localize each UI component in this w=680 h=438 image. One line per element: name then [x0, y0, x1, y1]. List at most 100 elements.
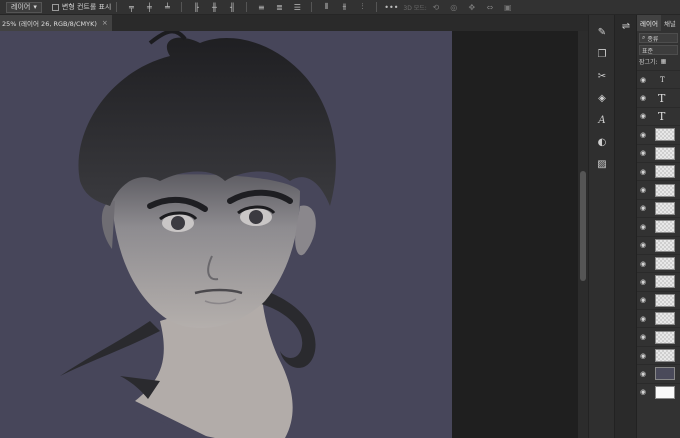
panel-icon-strip-secondary: ⇌ [614, 15, 636, 438]
photoshop-window: 레이어 ▾ 변형 컨트롤 표시 ╤ ╪ ╧ ╟ ╫ ╢ ≡ ≣ ☰ ⫴ ⫵ ⫶ … [0, 0, 680, 438]
layer-list: ◉ T ◉ T ◉ T ◉ ◉ ◉ ◉ ◉ ◉ ◉ ◉ ◉ ◉ ◉ ◉ ◉ ◉ ◉ [637, 70, 680, 401]
align-vcenter-icon[interactable]: ╪ [143, 2, 155, 13]
3d-slide-icon[interactable]: ⇔ [484, 2, 496, 13]
lock-transparent-icon[interactable]: ▦ [661, 58, 667, 65]
layer-filter-dropdown[interactable]: ⌕ 종류 [639, 33, 678, 43]
brush-presets-icon[interactable]: ❐ [589, 43, 615, 65]
visibility-eye-icon[interactable]: ◉ [640, 315, 650, 323]
distribute-right-icon[interactable]: ⫶ [356, 2, 368, 13]
distribute-bottom-icon[interactable]: ☰ [291, 2, 303, 13]
layer-row[interactable]: ◉ T [637, 88, 680, 106]
layer-row[interactable]: ◉ T [637, 70, 680, 88]
layer-row[interactable]: ◉ [637, 382, 680, 401]
clone-source-icon[interactable]: ✂ [589, 65, 615, 87]
adjustments-icon[interactable]: ◐ [589, 131, 615, 153]
divider [246, 2, 248, 12]
layer-row[interactable]: ◉ [637, 345, 680, 364]
blend-mode-value: 표준 [642, 47, 654, 55]
visibility-eye-icon[interactable]: ◉ [640, 131, 650, 139]
align-top-icon[interactable]: ╤ [125, 2, 137, 13]
layer-row[interactable]: ◉ [637, 161, 680, 180]
blend-mode-dropdown[interactable]: 표준 [639, 45, 678, 55]
layer-row[interactable]: ◉ [637, 253, 680, 272]
3d-cube-icon[interactable]: ◈ [589, 87, 615, 109]
layer-thumbnail [655, 367, 675, 381]
layer-thumbnail [655, 257, 675, 271]
3d-rotate-icon[interactable]: ⟲ [430, 2, 442, 13]
layer-thumbnail [655, 275, 675, 289]
layer-thumbnail [655, 385, 675, 399]
document-tab-bar: 25% (레이어 26, RGB/8/CMYK) × [0, 15, 588, 31]
visibility-eye-icon[interactable]: ◉ [640, 94, 650, 102]
visibility-eye-icon[interactable]: ◉ [640, 149, 650, 157]
document-tab-title: 25% (레이어 26, RGB/8/CMYK) [2, 20, 97, 28]
tab-layers[interactable]: 레이어 [637, 15, 661, 31]
layer-row[interactable]: ◉ [637, 217, 680, 235]
layer-row[interactable]: ◉ [637, 180, 680, 198]
layer-row[interactable]: ◉ [637, 364, 680, 382]
properties-icon[interactable]: ⇌ [615, 15, 637, 37]
align-left-icon[interactable]: ╟ [190, 2, 202, 13]
artwork-canvas[interactable] [0, 31, 452, 438]
visibility-eye-icon[interactable]: ◉ [640, 296, 650, 304]
text-layer-icon: T [658, 109, 666, 123]
visibility-eye-icon[interactable]: ◉ [640, 333, 650, 341]
layer-thumbnail [655, 128, 675, 142]
brush-settings-icon[interactable]: ✎ [589, 21, 615, 43]
visibility-eye-icon[interactable]: ◉ [640, 186, 650, 194]
layer-row[interactable]: ◉ [637, 290, 680, 309]
distribute-left-icon[interactable]: ⫴ [320, 2, 332, 13]
adjustment-layer-icon: T [660, 75, 665, 84]
layer-thumbnail [655, 238, 675, 252]
distribute-hcenter-icon[interactable]: ⫵ [338, 2, 350, 13]
visibility-eye-icon[interactable]: ◉ [640, 223, 650, 231]
visibility-eye-icon[interactable]: ◉ [640, 388, 650, 396]
layer-row[interactable]: ◉ [637, 198, 680, 217]
more-options-icon[interactable]: ••• [384, 2, 398, 13]
3d-pan-icon[interactable]: ✥ [466, 2, 478, 13]
auto-select-label: 레이어 [11, 3, 31, 11]
divider [116, 2, 118, 12]
tab-channels[interactable]: 채널 [661, 15, 679, 31]
layer-thumbnail [655, 183, 675, 197]
layer-row[interactable]: ◉ T [637, 106, 680, 125]
visibility-eye-icon[interactable]: ◉ [640, 352, 650, 360]
lock-label: 잠그기: [639, 59, 658, 66]
vertical-scrollbar[interactable] [578, 31, 588, 438]
styles-icon[interactable]: ▨ [589, 153, 615, 175]
3d-mode-label: 3D 모드: [403, 4, 427, 12]
distribute-vcenter-icon[interactable]: ≣ [273, 2, 285, 13]
distribute-top-icon[interactable]: ≡ [255, 2, 267, 13]
divider [181, 2, 183, 12]
visibility-eye-icon[interactable]: ◉ [640, 370, 650, 378]
align-hcenter-icon[interactable]: ╫ [208, 2, 220, 13]
visibility-eye-icon[interactable]: ◉ [640, 112, 650, 120]
canvas-workspace[interactable] [0, 31, 588, 438]
visibility-eye-icon[interactable]: ◉ [640, 241, 650, 249]
document-tab[interactable]: 25% (레이어 26, RGB/8/CMYK) × [0, 15, 112, 31]
show-transform-label: 변형 컨트롤 표시 [61, 3, 112, 11]
visibility-eye-icon[interactable]: ◉ [640, 260, 650, 268]
align-right-icon[interactable]: ╢ [226, 2, 238, 13]
layer-row[interactable]: ◉ [637, 309, 680, 327]
auto-select-dropdown[interactable]: 레이어 ▾ [6, 1, 42, 13]
3d-scale-icon[interactable]: ▣ [502, 2, 514, 13]
layer-thumbnail [655, 349, 675, 363]
layer-row[interactable]: ◉ [637, 235, 680, 254]
close-tab-icon[interactable]: × [102, 19, 108, 27]
visibility-eye-icon[interactable]: ◉ [640, 204, 650, 212]
visibility-eye-icon[interactable]: ◉ [640, 168, 650, 176]
layer-row[interactable]: ◉ [637, 125, 680, 143]
layer-row[interactable]: ◉ [637, 143, 680, 162]
character-icon[interactable]: A [589, 109, 615, 131]
layer-row[interactable]: ◉ [637, 272, 680, 290]
layer-row[interactable]: ◉ [637, 327, 680, 345]
scrollbar-thumb[interactable] [580, 171, 586, 281]
show-transform-checkbox[interactable] [51, 3, 59, 11]
layer-thumbnail [655, 220, 675, 234]
align-bottom-icon[interactable]: ╧ [161, 2, 173, 13]
3d-roll-icon[interactable]: ◎ [448, 2, 460, 13]
visibility-eye-icon[interactable]: ◉ [640, 278, 650, 286]
text-layer-icon: T [658, 91, 666, 105]
visibility-eye-icon[interactable]: ◉ [640, 76, 650, 84]
